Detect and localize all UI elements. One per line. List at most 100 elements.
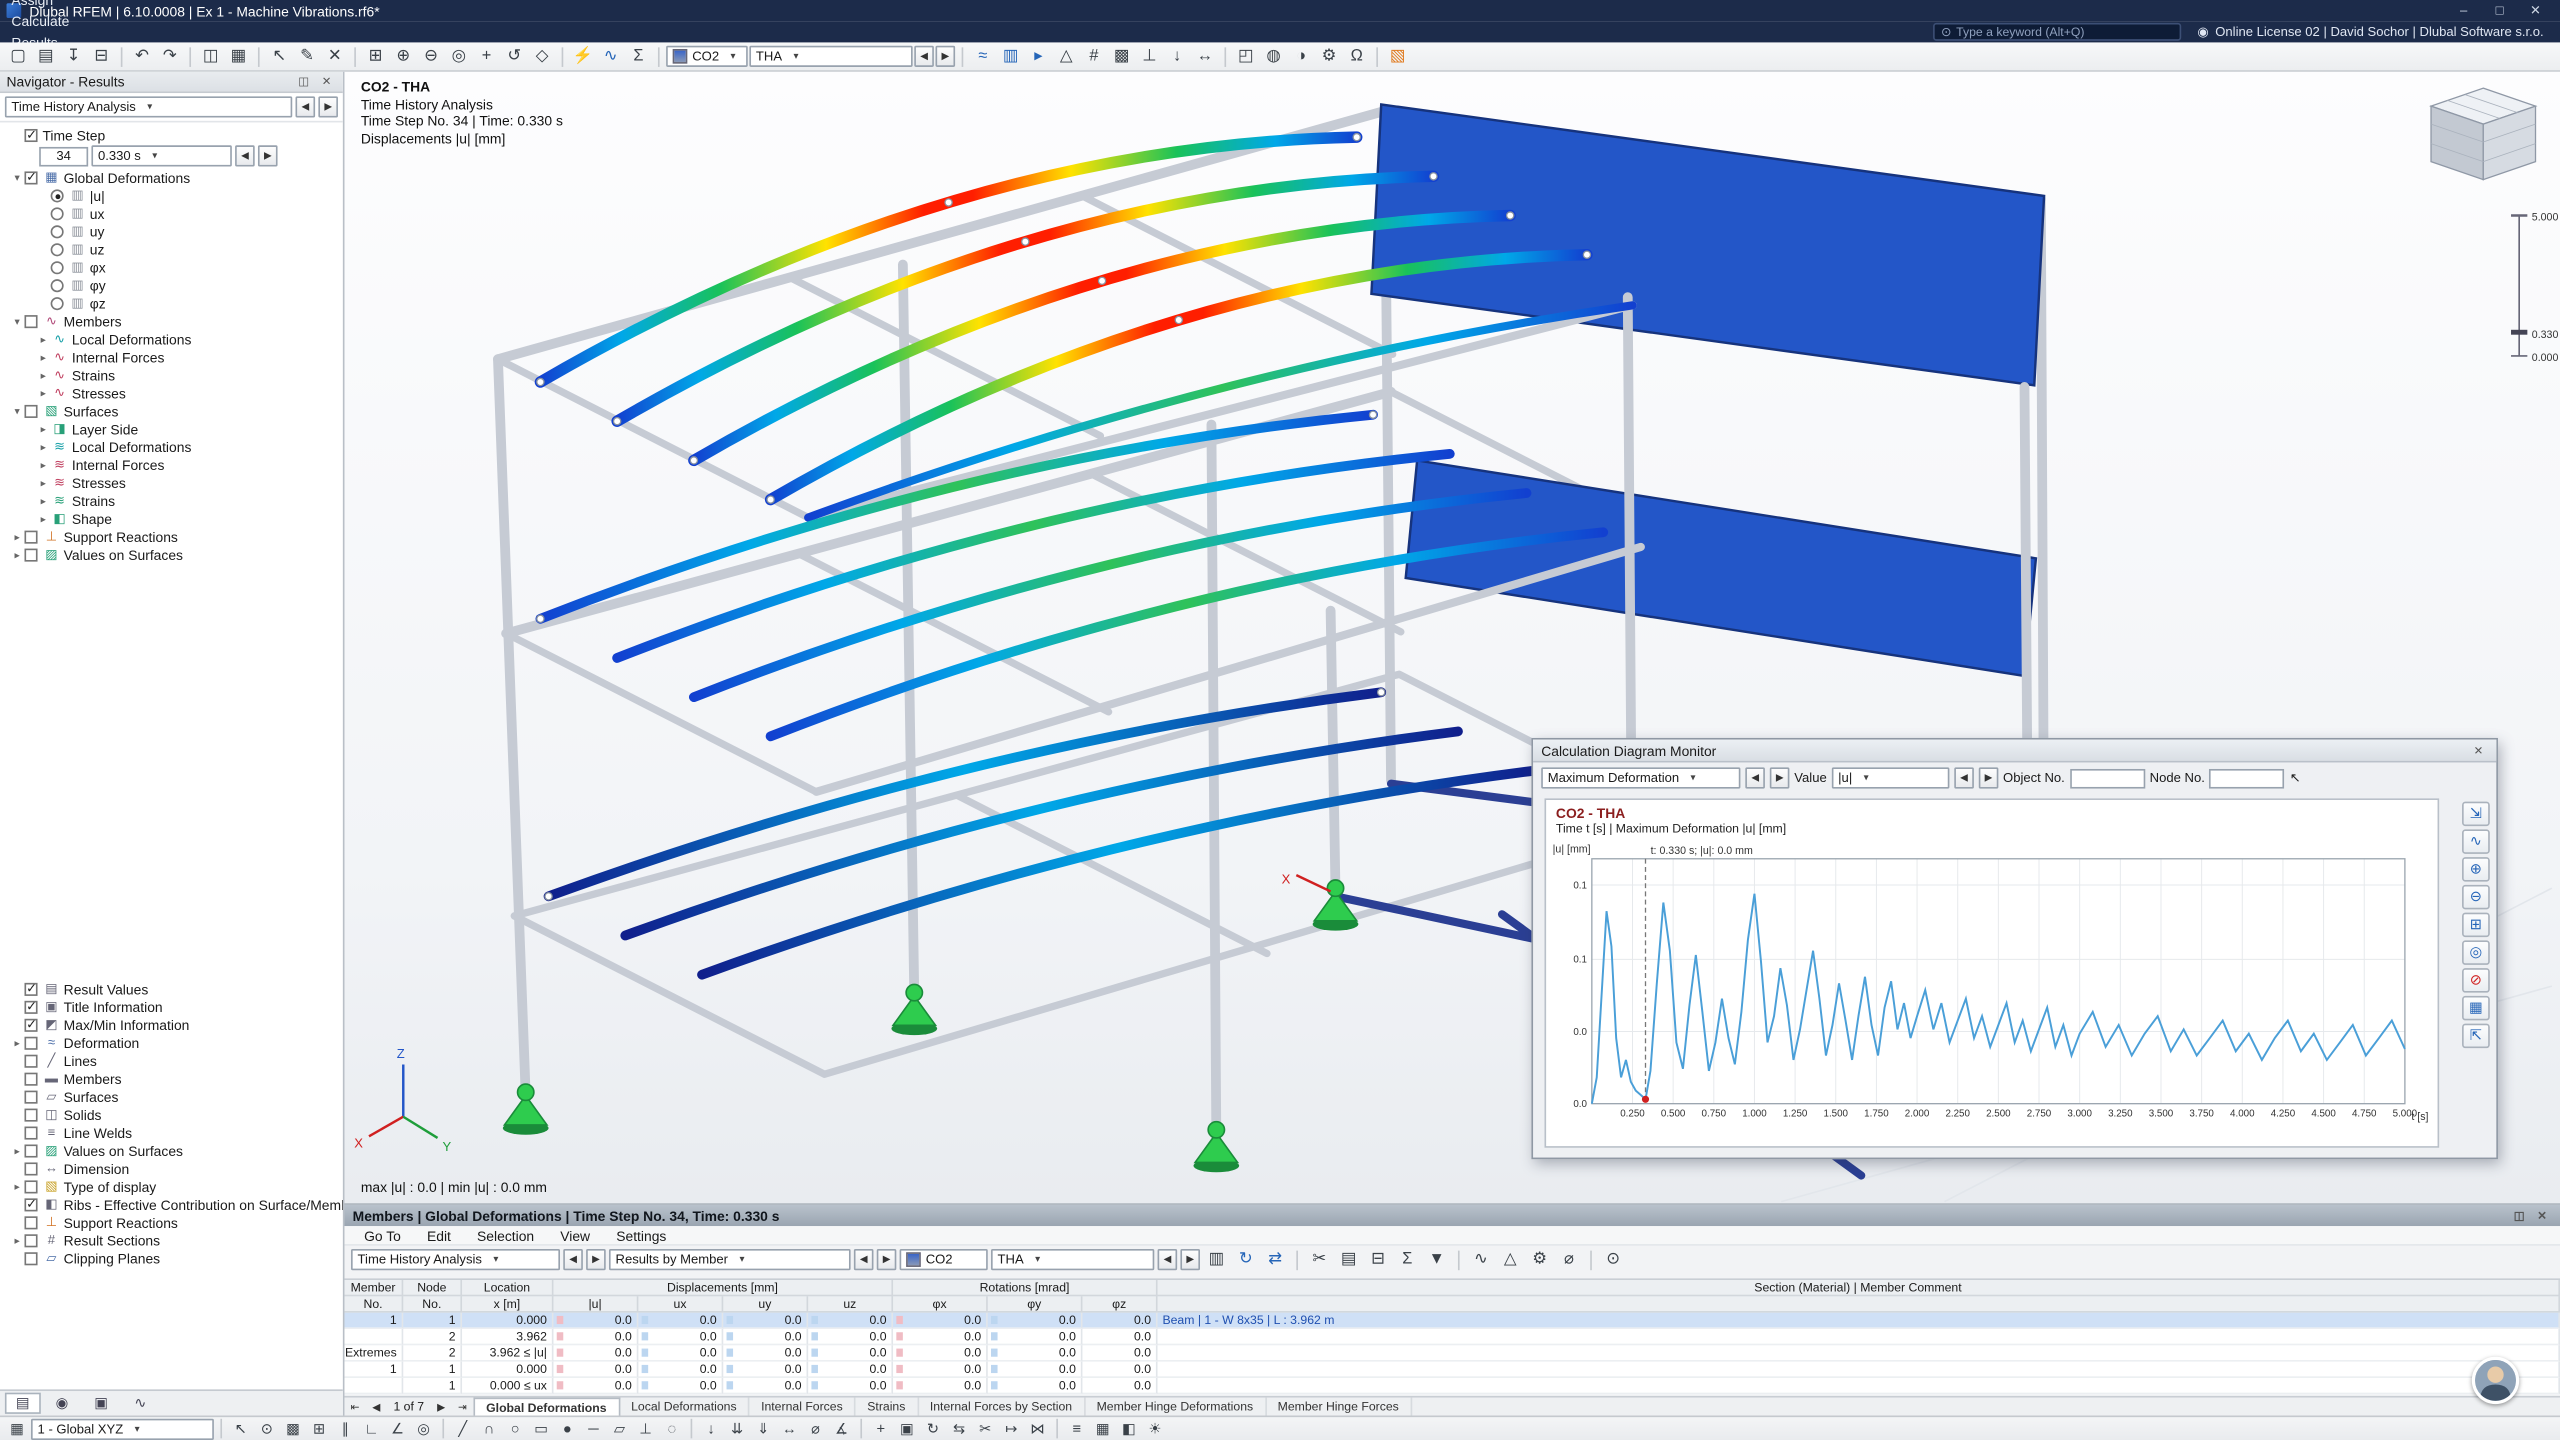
tree-item-control[interactable] bbox=[24, 530, 37, 543]
open-model-icon[interactable]: ▤ bbox=[33, 44, 59, 68]
tree-item[interactable]: ▤ Result Values bbox=[3, 980, 343, 998]
table-menu-item[interactable]: Go To bbox=[351, 1227, 414, 1243]
next-button[interactable]: ▶ bbox=[586, 1249, 606, 1270]
table-row[interactable]: 1 0.000 ≤ ux 0.0 0.0 0.0 0.0 0.0 0.0 0.0 bbox=[344, 1378, 2560, 1394]
result-diagrams-icon[interactable]: △ bbox=[1053, 44, 1079, 68]
model-viewport[interactable]: CO2 - THA Time History Analysis Time Ste… bbox=[344, 72, 2560, 1203]
table-tab[interactable]: Member Hinge Forces bbox=[1266, 1398, 1412, 1416]
previous-page-button[interactable]: ◀ bbox=[366, 1398, 387, 1416]
tree-item[interactable]: ▱ Surfaces bbox=[3, 1087, 343, 1105]
previous-quantity-button[interactable]: ◀ bbox=[1745, 767, 1765, 788]
expander-icon[interactable]: ▾ bbox=[10, 171, 25, 184]
next-analysis-button[interactable]: ▶ bbox=[318, 96, 338, 117]
chart-grid-icon[interactable]: ▦ bbox=[2462, 996, 2490, 1020]
next-quantity-button[interactable]: ▶ bbox=[1770, 767, 1790, 788]
expander-icon[interactable]: ▸ bbox=[36, 332, 51, 345]
render-mode-icon[interactable]: ◑ bbox=[1288, 44, 1314, 68]
quantity-combo[interactable]: Maximum Deformation▾ bbox=[1541, 767, 1740, 788]
analysis-combo[interactable]: THA▾ bbox=[991, 1249, 1154, 1270]
analysis-combo[interactable]: THA▾ bbox=[749, 46, 912, 67]
cut-values-icon[interactable]: ✂ bbox=[1306, 1247, 1332, 1271]
tree-item[interactable]: ▸ ∿ Internal Forces bbox=[3, 348, 343, 366]
tree-item-control[interactable] bbox=[51, 260, 64, 273]
load-point-icon[interactable]: ↓ bbox=[699, 1418, 723, 1439]
calculate-all-icon[interactable]: ⚡ bbox=[570, 44, 596, 68]
expander-icon[interactable]: ▸ bbox=[36, 494, 51, 507]
rotate-icon[interactable]: ↻ bbox=[921, 1418, 945, 1439]
chart-type-icon[interactable]: ∿ bbox=[2462, 829, 2490, 853]
tree-item-control[interactable] bbox=[24, 1072, 37, 1085]
tree-item[interactable]: ▸ ≋ Strains bbox=[3, 491, 343, 509]
table-row[interactable]: Extremes 2 3.962 ≤ |u| 0.0 0.0 0.0 0.0 0… bbox=[344, 1345, 2560, 1361]
tree-item-control[interactable] bbox=[24, 1180, 37, 1193]
color-scale-icon[interactable]: ▥ bbox=[998, 44, 1024, 68]
visibility-modes-icon[interactable]: ◍ bbox=[1260, 44, 1286, 68]
trim-icon[interactable]: ✂ bbox=[973, 1418, 997, 1439]
tree-item[interactable]: ▸ ◨ Layer Side bbox=[3, 420, 343, 438]
units-settings-icon[interactable]: Ω bbox=[1344, 44, 1370, 68]
tree-item-time-step[interactable]: Time Step bbox=[3, 126, 343, 144]
user-avatar[interactable] bbox=[2472, 1357, 2519, 1404]
expander-icon[interactable]: ▸ bbox=[10, 548, 25, 561]
previous-time-step-button[interactable]: ◀ bbox=[235, 145, 255, 166]
expander-icon[interactable]: ▸ bbox=[36, 422, 51, 435]
surface-tool-icon[interactable]: ▱ bbox=[607, 1418, 631, 1439]
select-objects-icon[interactable]: ↖ bbox=[266, 44, 292, 68]
stop-calculation-icon[interactable]: ⊘ bbox=[2462, 968, 2490, 992]
guidelines-icon[interactable]: ∥ bbox=[333, 1418, 357, 1439]
coordinate-system-combo[interactable]: 1 - Global XYZ▾ bbox=[31, 1418, 214, 1439]
isometric-view-icon[interactable]: ◇ bbox=[529, 44, 555, 68]
grid-icon[interactable]: ▩ bbox=[281, 1418, 305, 1439]
tree-item[interactable]: ▱ Clipping Planes bbox=[3, 1249, 343, 1267]
tree-item-control[interactable] bbox=[24, 1036, 37, 1049]
measure-distance-icon[interactable]: ⌀ bbox=[803, 1418, 827, 1439]
layers-icon[interactable]: ≡ bbox=[1064, 1418, 1088, 1439]
tree-item[interactable]: ≡ Line Welds bbox=[3, 1123, 343, 1141]
pin-icon[interactable]: ◫ bbox=[294, 73, 314, 91]
tree-item-control[interactable] bbox=[24, 982, 37, 995]
previous-load-case-button[interactable]: ◀ bbox=[914, 46, 934, 67]
next-page-button[interactable]: ▶ bbox=[431, 1398, 452, 1416]
select-pointer-icon[interactable]: ↖ bbox=[229, 1418, 253, 1439]
tree-item[interactable]: ╱ Lines bbox=[3, 1051, 343, 1069]
zoom-in-icon[interactable]: ⊕ bbox=[390, 44, 416, 68]
print-icon[interactable]: ⊟ bbox=[88, 44, 114, 68]
tree-item[interactable]: ▾ ▧ Surfaces bbox=[3, 402, 343, 420]
tree-item[interactable]: ▬ Members bbox=[3, 1069, 343, 1087]
close-icon[interactable]: ✕ bbox=[2469, 741, 2489, 759]
expander-icon[interactable]: ▾ bbox=[10, 404, 25, 417]
tree-item-control[interactable] bbox=[24, 1000, 37, 1013]
previous-button[interactable]: ◀ bbox=[563, 1249, 583, 1270]
sync-selection-icon[interactable]: ⇄ bbox=[1262, 1247, 1288, 1271]
table-row[interactable]: 1 1 0.000 0.0 0.0 0.0 0.0 0.0 0.0 0.0 bbox=[344, 1362, 2560, 1378]
snap-grid-icon[interactable]: ⊞ bbox=[307, 1418, 331, 1439]
previous-value-button[interactable]: ◀ bbox=[1954, 767, 1974, 788]
copy-icon[interactable]: ▣ bbox=[895, 1418, 919, 1439]
expander-icon[interactable]: ▸ bbox=[10, 530, 25, 543]
arc-tool-icon[interactable]: ∩ bbox=[477, 1418, 501, 1439]
support-tool-icon[interactable]: ⊥ bbox=[633, 1418, 657, 1439]
rectangle-tool-icon[interactable]: ▭ bbox=[529, 1418, 553, 1439]
tree-item[interactable]: ▸ ≋ Stresses bbox=[3, 473, 343, 491]
display-loads-icon[interactable]: ↓ bbox=[1164, 44, 1190, 68]
expander-icon[interactable]: ▸ bbox=[36, 368, 51, 381]
mirror-icon[interactable]: ⇆ bbox=[947, 1418, 971, 1439]
filter-table-icon[interactable]: ▼ bbox=[1424, 1247, 1450, 1271]
table-tab[interactable]: Global Deformations bbox=[473, 1398, 620, 1416]
table-settings-icon[interactable]: ⚙ bbox=[1527, 1247, 1553, 1271]
member-tool-icon[interactable]: ─ bbox=[581, 1418, 605, 1439]
expander-icon[interactable]: ▸ bbox=[36, 512, 51, 525]
tree-item[interactable]: ▸ # Result Sections bbox=[3, 1231, 343, 1249]
expander-icon[interactable]: ▸ bbox=[36, 350, 51, 363]
object-snap-icon[interactable]: ◎ bbox=[411, 1418, 435, 1439]
tree-item[interactable]: ▸ ⊥ Support Reactions bbox=[3, 527, 343, 545]
expander-icon[interactable]: ▸ bbox=[36, 476, 51, 489]
animate-results-icon[interactable]: ▸ bbox=[1025, 44, 1051, 68]
tree-item-control[interactable] bbox=[24, 1090, 37, 1103]
navigation-cube[interactable] bbox=[2431, 88, 2535, 179]
tree-item[interactable]: ◩ Max/Min Information bbox=[3, 1016, 343, 1034]
analysis-type-combo[interactable]: Time History Analysis▾ bbox=[5, 96, 292, 117]
nav-tab-views[interactable]: ▣ bbox=[83, 1393, 119, 1414]
next-value-button[interactable]: ▶ bbox=[1979, 767, 1999, 788]
results-mode-combo[interactable]: Results by Member▾ bbox=[609, 1249, 851, 1270]
